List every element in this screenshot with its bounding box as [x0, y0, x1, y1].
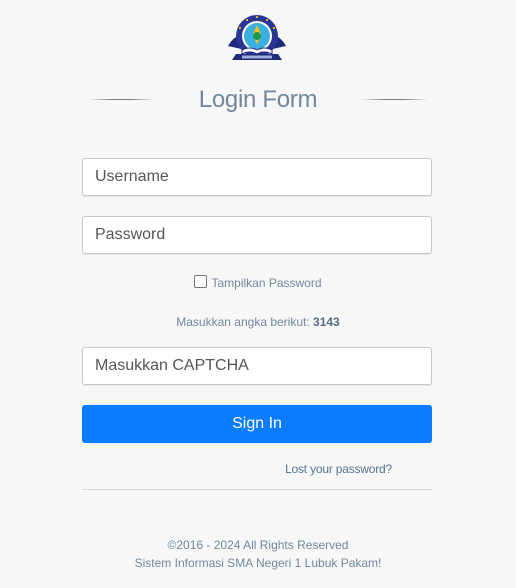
- title-divider-right: [360, 99, 428, 100]
- sign-in-button[interactable]: Sign In: [82, 405, 432, 443]
- login-header: Login Form: [0, 84, 516, 116]
- footer-divider: [82, 489, 432, 490]
- lost-password-link[interactable]: Lost your password?: [285, 461, 392, 477]
- username-input[interactable]: [82, 158, 432, 196]
- page-title: Login Form: [198, 86, 318, 113]
- copyright-text: ©2016 - 2024 All Rights Reserved: [167, 538, 349, 552]
- show-password-label[interactable]: Tampilkan Password: [211, 276, 321, 290]
- password-input[interactable]: [82, 216, 432, 254]
- captcha-hint: Masukkan angka berikut: 3143: [0, 313, 516, 331]
- show-password-row: Tampilkan Password: [0, 274, 516, 292]
- captcha-code: 3143: [313, 315, 340, 329]
- show-password-checkbox[interactable]: [194, 275, 208, 288]
- system-name-text: Sistem Informasi SMA Negeri 1 Lubuk Paka…: [134, 556, 382, 570]
- captcha-input[interactable]: [82, 347, 432, 385]
- captcha-prompt: Masukkan angka berikut:: [176, 315, 310, 329]
- school-emblem-icon: [222, 12, 292, 64]
